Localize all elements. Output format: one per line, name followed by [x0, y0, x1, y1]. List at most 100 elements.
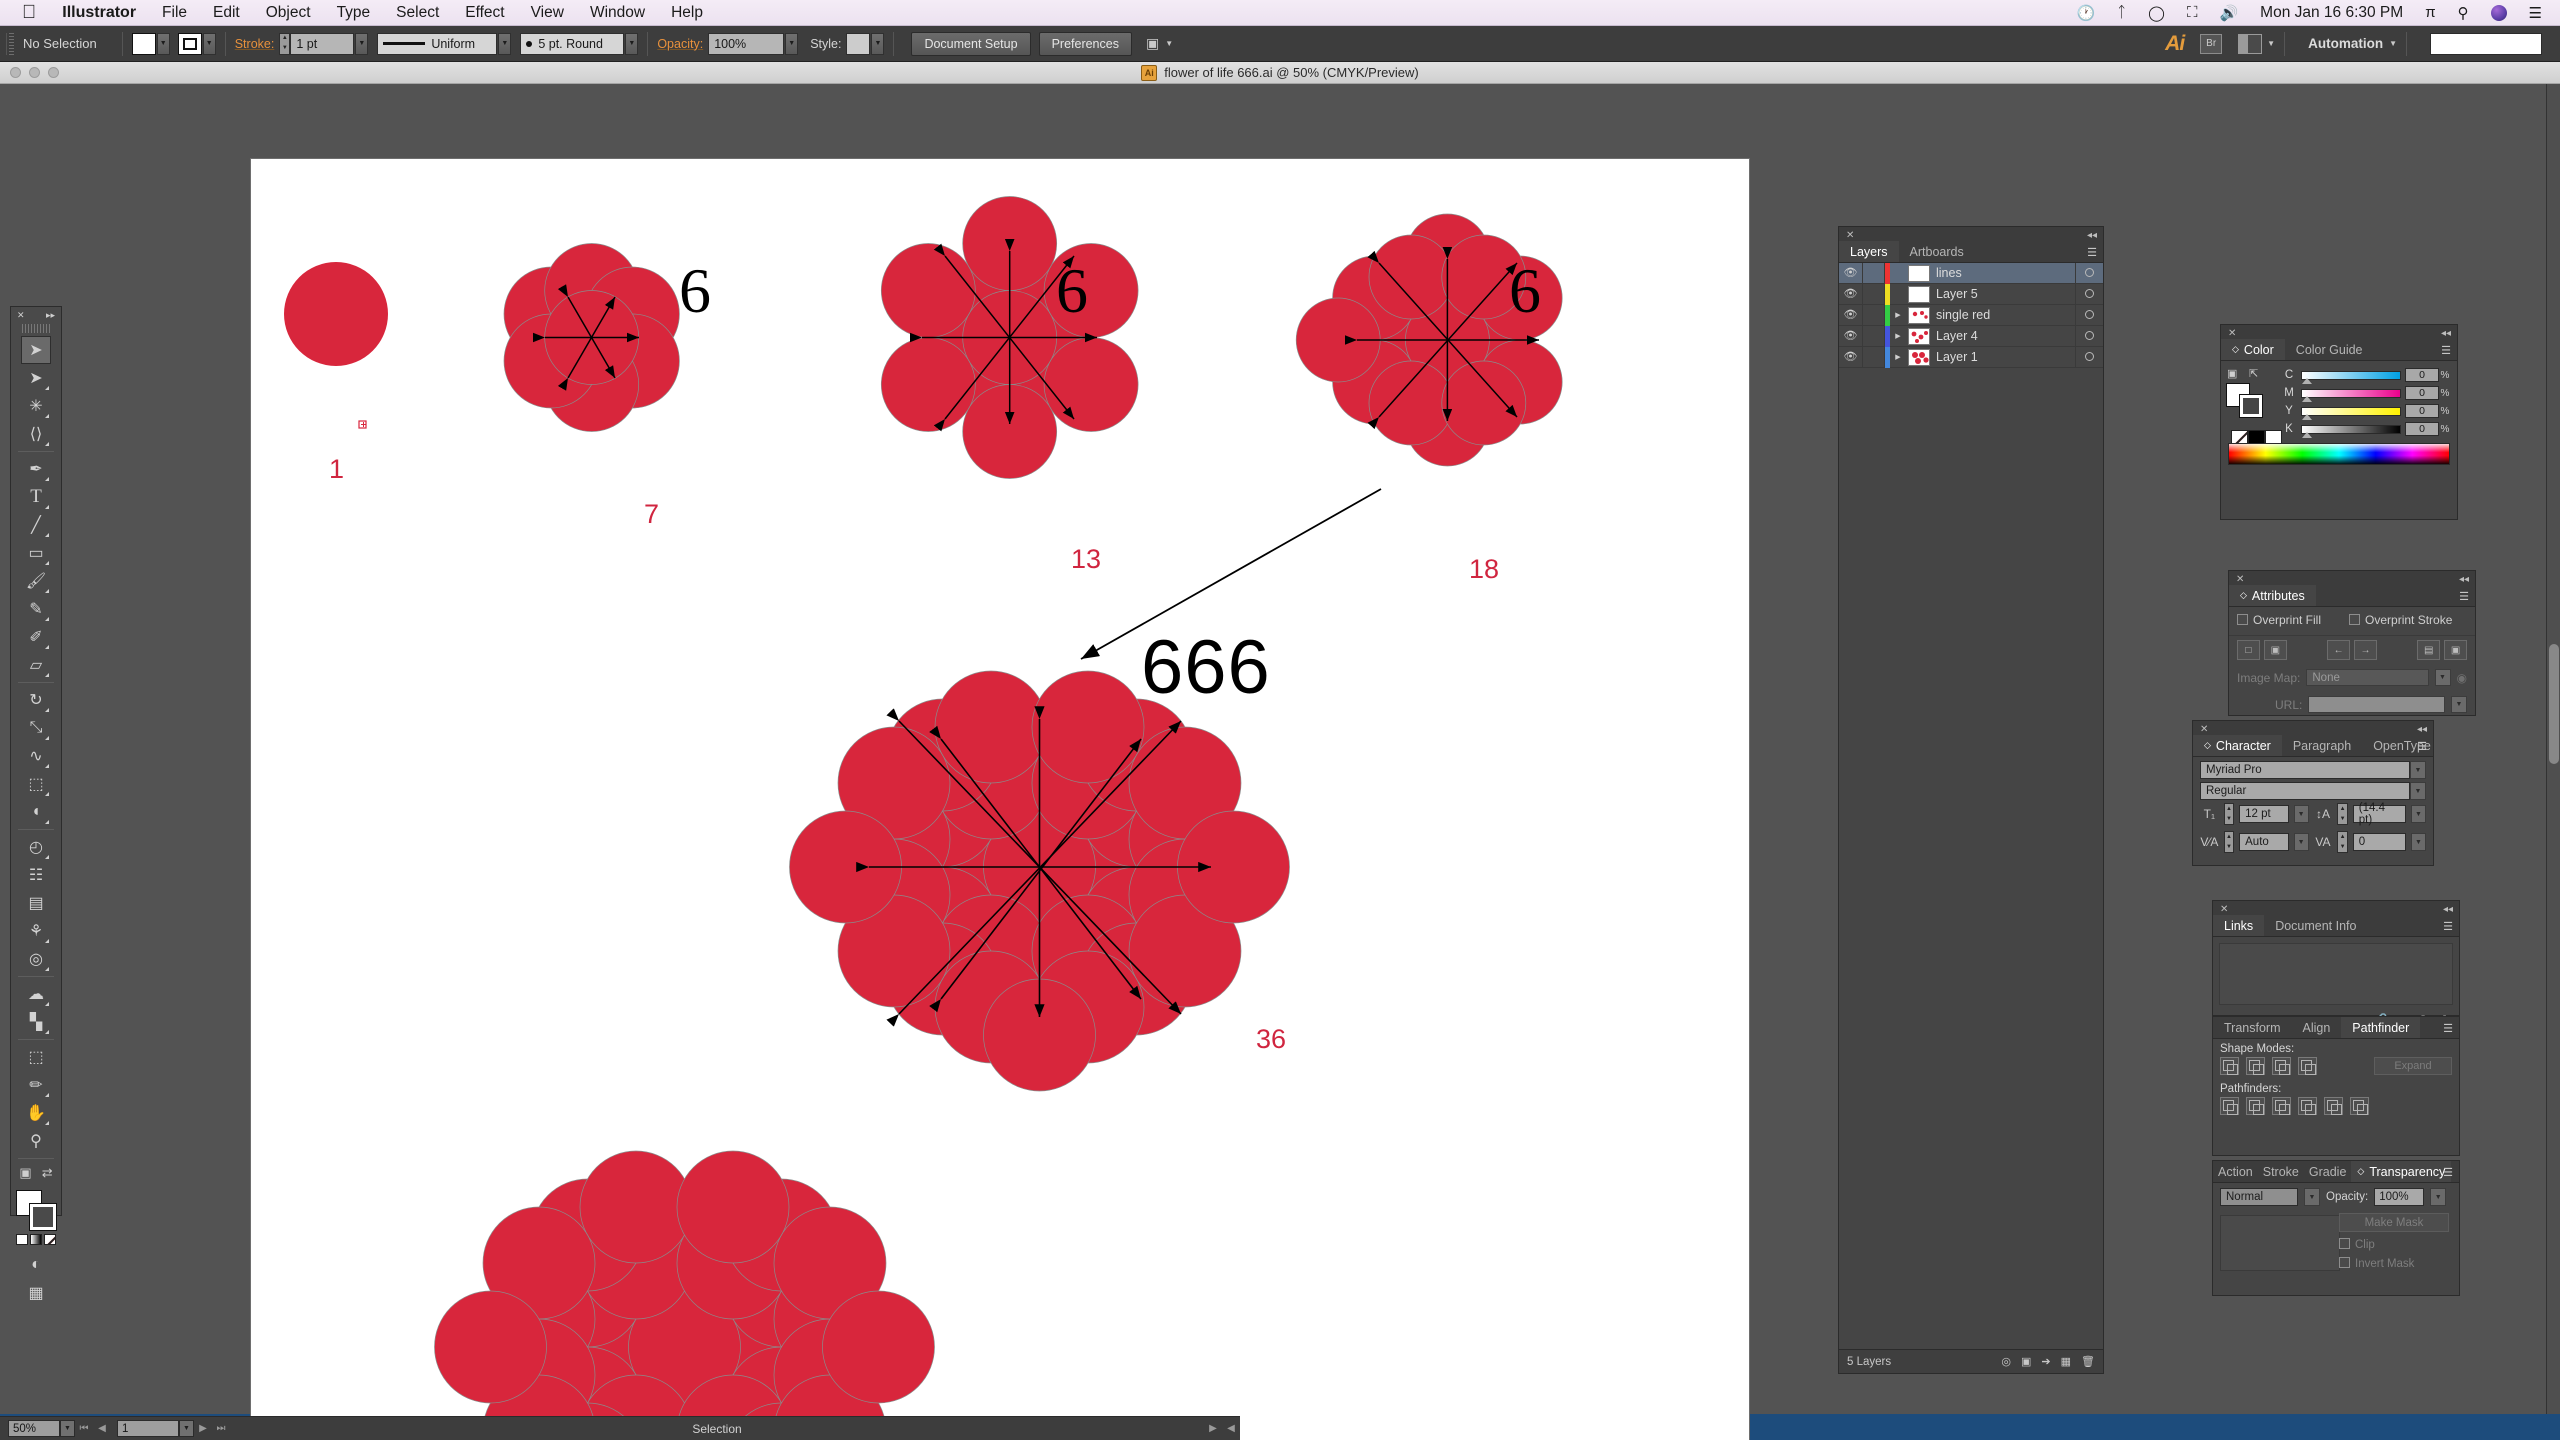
bluetooth-icon[interactable]: ᛏ [2117, 4, 2126, 21]
layer-row[interactable]: 👁 ▶ single red [1839, 304, 2103, 326]
make-mask-button[interactable]: Make Mask [2339, 1213, 2449, 1232]
layer-target-indicator[interactable] [2075, 262, 2103, 284]
color-stroke-swatch[interactable] [2239, 394, 2263, 418]
tab-transform[interactable]: Transform [2213, 1017, 2292, 1038]
lock-cell[interactable] [1863, 325, 1885, 347]
wifi-icon[interactable]: ◯ [2148, 4, 2165, 22]
artboard-number-input[interactable]: 1 [117, 1420, 179, 1437]
column-graph-tool[interactable]: ▚ [21, 1008, 51, 1036]
pencil-tool[interactable]: ✎ [21, 595, 51, 623]
close-icon[interactable]: ✕ [1846, 230, 1854, 241]
time-machine-icon[interactable]: 🕐 [2076, 4, 2095, 22]
collapse-icon[interactable]: ◂◂ [2459, 574, 2469, 585]
chevron-down-icon[interactable]: ▼ [1165, 39, 1173, 48]
close-icon[interactable]: ✕ [2236, 574, 2244, 585]
control-bar-grip[interactable] [6, 32, 16, 55]
lock-cell[interactable] [1863, 262, 1885, 284]
menu-illustrator[interactable]: Illustrator [62, 4, 136, 22]
menu-help[interactable]: Help [671, 4, 703, 22]
fill-swatch[interactable] [131, 32, 156, 55]
tab-align[interactable]: Align [2292, 1017, 2342, 1038]
minus-front-button[interactable] [2246, 1057, 2265, 1075]
menu-effect[interactable]: Effect [465, 4, 504, 22]
delete-layer-icon[interactable]: 🗑 [2081, 1355, 2095, 1368]
tab-pathfinder[interactable]: Pathfinder [2341, 1017, 2421, 1038]
browser-preview-icon[interactable]: ◉ [2457, 671, 2467, 685]
layer-target-indicator[interactable] [2075, 304, 2103, 326]
lock-cell[interactable] [1863, 304, 1885, 326]
screen-mode-icon[interactable]: ◐ [21, 1251, 51, 1279]
fill-stroke-indicator[interactable] [16, 1190, 57, 1231]
line-segment-tool[interactable]: ╱ [21, 511, 51, 539]
opacity-input[interactable]: 100% [708, 32, 785, 55]
menu-bar-clock[interactable]: Mon Jan 16 6:30 PM [2260, 4, 2403, 22]
show-center-icon[interactable]: □ [2237, 640, 2260, 660]
font-size-input[interactable]: 12 pt [2239, 805, 2289, 823]
chevron-down-icon[interactable]: ▼ [2293, 805, 2309, 823]
bridge-button[interactable]: Br [2200, 33, 2223, 54]
previous-artboard-button[interactable]: ◀ [93, 1423, 111, 1434]
tab-opentype[interactable]: OpenType [2362, 735, 2442, 756]
close-window-button[interactable] [10, 67, 21, 78]
invert-mask-checkbox[interactable]: Invert Mask [2339, 1257, 2449, 1270]
tab-transparency[interactable]: ◇ Transparency [2351, 1161, 2452, 1182]
lasso-tool[interactable]: ⟨⟩ [21, 420, 51, 448]
stroke-weight-dropdown-icon[interactable]: ▼ [355, 32, 369, 55]
chevron-down-icon[interactable]: ▼ [2434, 669, 2451, 686]
trim-button[interactable] [2246, 1097, 2265, 1115]
kerning-stepper[interactable]: ▲ ▼ [2223, 831, 2235, 853]
status-resize-icon[interactable]: ◀ [1222, 1423, 1240, 1434]
stroke-weight-input[interactable]: 1 pt [290, 32, 355, 55]
workspace-switcher[interactable]: Automation [2308, 36, 2383, 51]
eyedropper-tool[interactable]: ⚘ [21, 917, 51, 945]
font-family-select[interactable]: Myriad Pro [2200, 761, 2410, 779]
layer-row[interactable]: 👁 Layer 5 [1839, 283, 2103, 305]
tab-color[interactable]: ◇ Color [2221, 339, 2285, 360]
collapse-icon[interactable]: ◂◂ [2087, 230, 2097, 241]
leading-input[interactable]: (14.4 pt) [2352, 802, 2406, 826]
layer-row[interactable]: 👁 ▶ Layer 4 [1839, 325, 2103, 347]
tab-character[interactable]: ◇ Character [2193, 735, 2282, 756]
stroke-dropdown-icon[interactable]: ▼ [202, 32, 216, 55]
style-dropdown-icon[interactable]: ▼ [871, 32, 885, 55]
menu-window[interactable]: Window [590, 4, 645, 22]
brush-definition-select[interactable]: 5 pt. Round [520, 32, 625, 55]
color-button[interactable] [16, 1234, 28, 1245]
chevron-down-icon[interactable]: ▼ [2389, 39, 2397, 48]
tab-stroke[interactable]: Stroke [2258, 1161, 2304, 1182]
transform-each-icon[interactable]: ▣ [1146, 35, 1159, 52]
panel-menu-icon[interactable]: ☰ [2459, 590, 2469, 603]
chevron-down-icon[interactable]: ▼ [2430, 1188, 2447, 1206]
blend-tool[interactable]: ◎ [21, 945, 51, 973]
artboard-canvas[interactable]: 1 6 7 6 13 6 18 36 666 [250, 158, 1750, 1440]
divide-button[interactable] [2220, 1097, 2239, 1115]
crop-button[interactable] [2298, 1097, 2317, 1115]
slice-tool[interactable]: ✏ [21, 1071, 51, 1099]
nonzero-winding-fill-icon[interactable]: ▤ [2417, 640, 2441, 660]
tracking-stepper[interactable]: ▲ ▼ [2337, 831, 2348, 853]
pen-tool[interactable]: ✒ [21, 455, 51, 483]
rectangle-tool[interactable]: ▭ [21, 539, 51, 567]
url-input[interactable] [2308, 696, 2445, 713]
stroke-color-swatch[interactable] [29, 1203, 57, 1231]
apple-menu-icon[interactable]:  [22, 3, 36, 22]
width-tool[interactable]: ∿ [21, 742, 51, 770]
free-transform-tool[interactable]: ⬚ [21, 770, 51, 798]
shape-builder-tool[interactable]: ◖ [21, 798, 51, 826]
merge-button[interactable] [2272, 1097, 2291, 1115]
expand-panel-icon[interactable]: ▸▸ [46, 310, 55, 321]
chevron-down-icon[interactable]: ▼ [2451, 696, 2467, 713]
kerning-input[interactable]: Auto [2239, 833, 2289, 851]
blob-brush-tool[interactable]: ✐ [21, 623, 51, 651]
close-icon[interactable]: ✕ [2200, 724, 2208, 735]
tab-color-guide[interactable]: Color Guide [2285, 339, 2374, 360]
make-clipping-mask-icon[interactable]: ▣ [2021, 1355, 2031, 1368]
blend-mode-select[interactable]: Normal [2220, 1188, 2298, 1206]
layer-name[interactable]: Layer 4 [1936, 329, 2075, 343]
close-icon[interactable]: ✕ [17, 310, 25, 321]
leading-stepper[interactable]: ▲ ▼ [2337, 803, 2348, 825]
swap-fill-stroke-icon[interactable]: ⇄ [42, 1165, 53, 1181]
expand-twisty[interactable]: ▶ [1890, 353, 1906, 361]
value-c[interactable]: 0 [2405, 368, 2439, 382]
first-artboard-button[interactable]: ⏮ [75, 1423, 93, 1434]
